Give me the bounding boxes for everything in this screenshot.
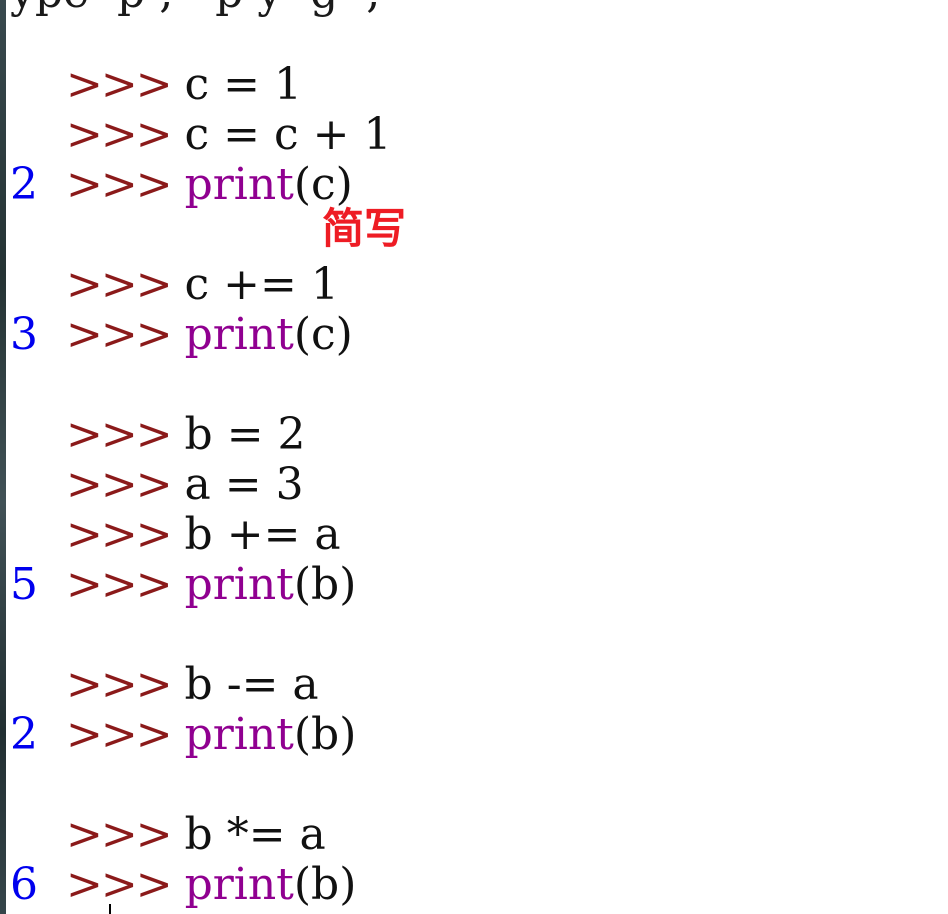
prompt-symbol: >>> xyxy=(65,559,173,610)
text-cursor xyxy=(109,904,111,914)
shell-line-output: 3 xyxy=(10,309,38,360)
call-args: (c) xyxy=(293,309,353,360)
prompt-symbol: >>> xyxy=(65,159,173,210)
shell-line-input: >>> print(b) xyxy=(10,810,356,910)
python-shell-output[interactable]: ype p , p y g , >>> c = 1 >>> c = c + 1 … xyxy=(10,0,940,914)
shell-line-output: 6 xyxy=(10,859,38,910)
call-args: (b) xyxy=(293,859,357,910)
window-left-edge xyxy=(0,0,6,914)
shell-line-input: >>> print(b) xyxy=(10,510,356,610)
builtin-function: print xyxy=(184,309,294,360)
shell-line-input: >>> print(b) xyxy=(10,660,356,760)
prompt-symbol: >>> xyxy=(65,859,173,910)
shell-line-output: 2 xyxy=(10,709,38,760)
shell-line-input: >>> print(c) xyxy=(10,110,353,210)
call-args: (b) xyxy=(293,709,357,760)
builtin-function: print xyxy=(184,859,294,910)
call-args: (c) xyxy=(293,159,353,210)
shell-line-input: >>> c = c + 1 xyxy=(10,60,392,160)
builtin-function: print xyxy=(184,559,294,610)
prompt-symbol: >>> xyxy=(65,309,173,360)
shell-line-input: >>> c += 1 xyxy=(10,210,339,310)
call-args: (b) xyxy=(293,559,357,610)
builtin-function: print xyxy=(184,159,294,210)
shell-line-input: >>> print(c) xyxy=(10,260,353,360)
builtin-function: print xyxy=(184,709,294,760)
shell-line-output: 2 xyxy=(10,159,38,210)
shell-line-input: >>> b = 2 xyxy=(10,360,306,460)
shell-line-input: >>> c = 1 xyxy=(10,10,302,110)
shell-line-input: >>> a = 3 xyxy=(10,410,304,510)
shell-line-input: >>> b *= a xyxy=(10,760,326,860)
shell-line-output: 5 xyxy=(10,559,38,610)
shell-line-input: >>> b -= a xyxy=(10,610,319,710)
prompt-symbol: >>> xyxy=(65,709,173,760)
shell-line-input: >>> b += a xyxy=(10,460,341,560)
annotation-label: 简写 xyxy=(322,204,407,253)
